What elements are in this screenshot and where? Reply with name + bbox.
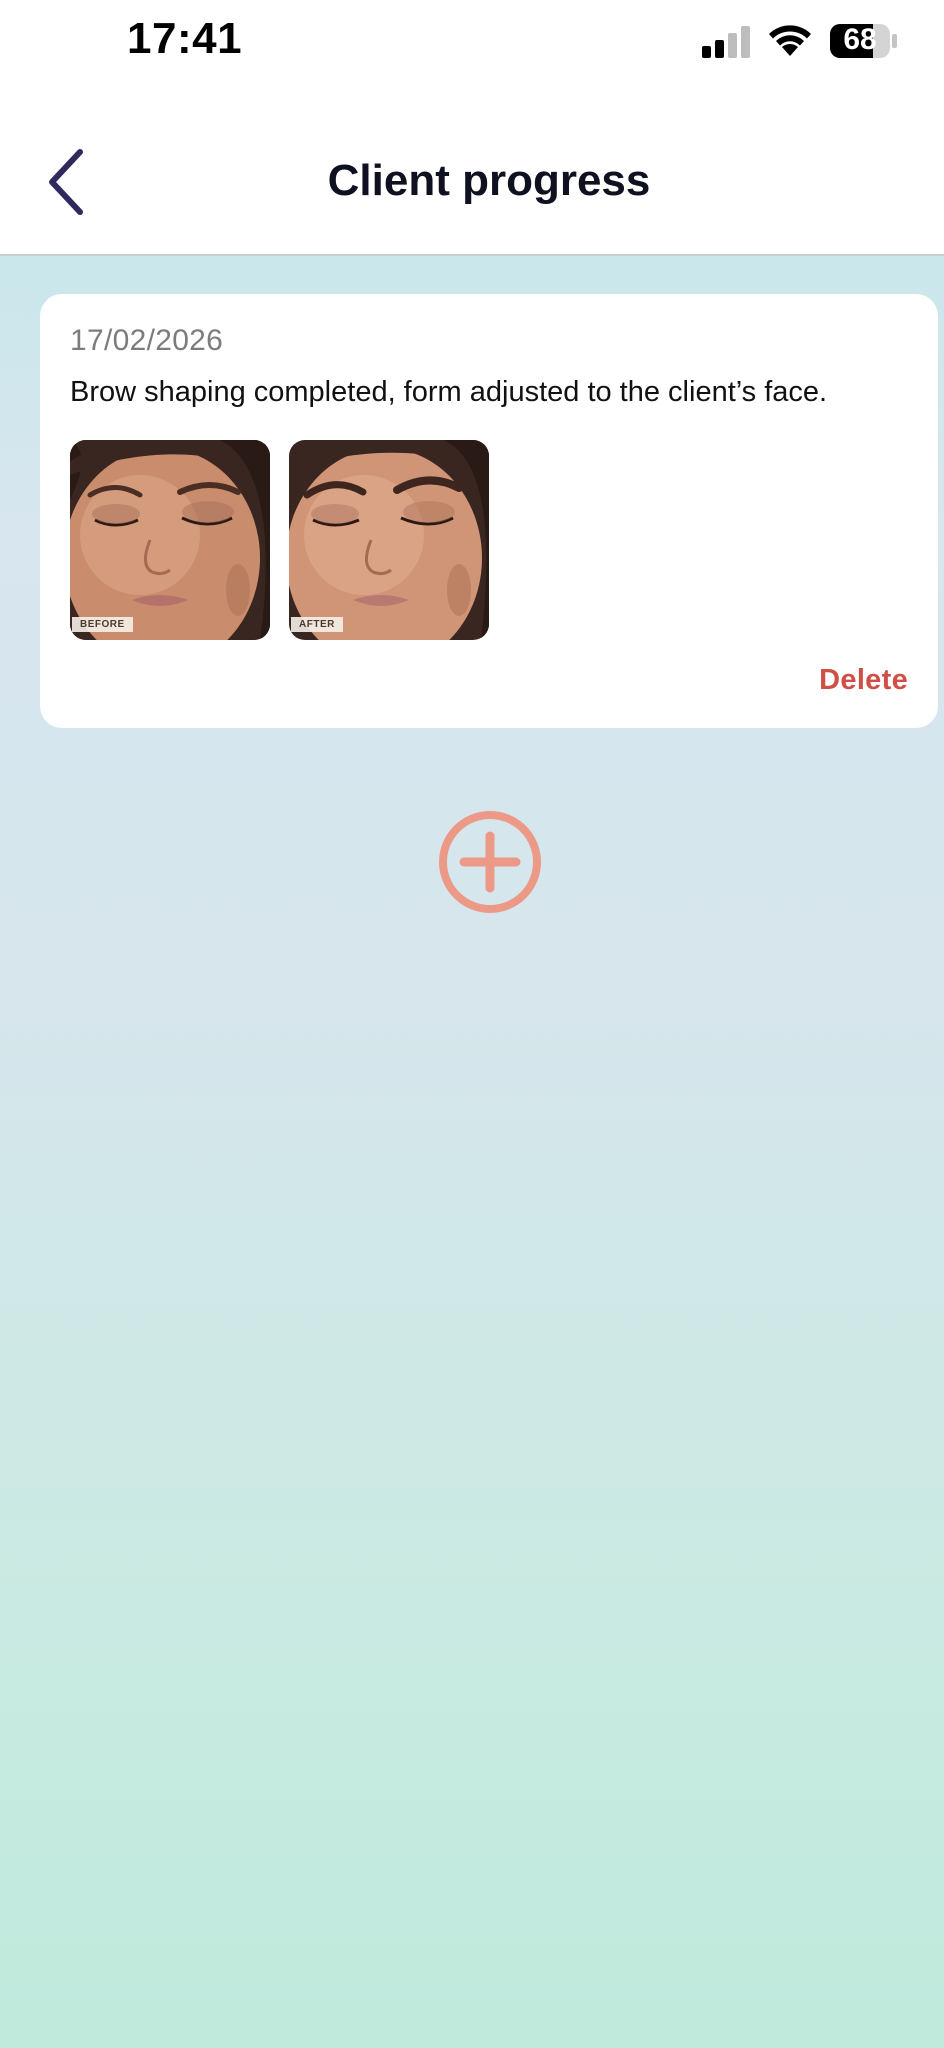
status-bar: 17:41 68 — [0, 0, 944, 84]
face-photo-after — [289, 440, 489, 640]
status-time: 17:41 — [127, 14, 243, 63]
before-photo[interactable]: BEFORE — [70, 440, 270, 640]
entry-note: Brow shaping completed, form adjusted to… — [70, 376, 828, 408]
add-entry-button[interactable] — [436, 808, 544, 916]
progress-entry-card: 17/02/2026 Brow shaping completed, form … — [40, 294, 938, 728]
wifi-icon — [769, 25, 811, 56]
battery-level: 68 — [843, 23, 877, 56]
delete-button[interactable]: Delete — [819, 664, 908, 697]
header: Client progress — [0, 84, 944, 256]
after-label: AFTER — [291, 617, 343, 632]
plus-circle-icon — [439, 811, 541, 913]
face-photo-before — [70, 440, 270, 640]
before-label: BEFORE — [72, 617, 133, 632]
cellular-signal-icon — [702, 26, 750, 58]
entry-date: 17/02/2026 — [70, 324, 224, 357]
after-photo[interactable]: AFTER — [289, 440, 489, 640]
page-title: Client progress — [327, 156, 651, 205]
